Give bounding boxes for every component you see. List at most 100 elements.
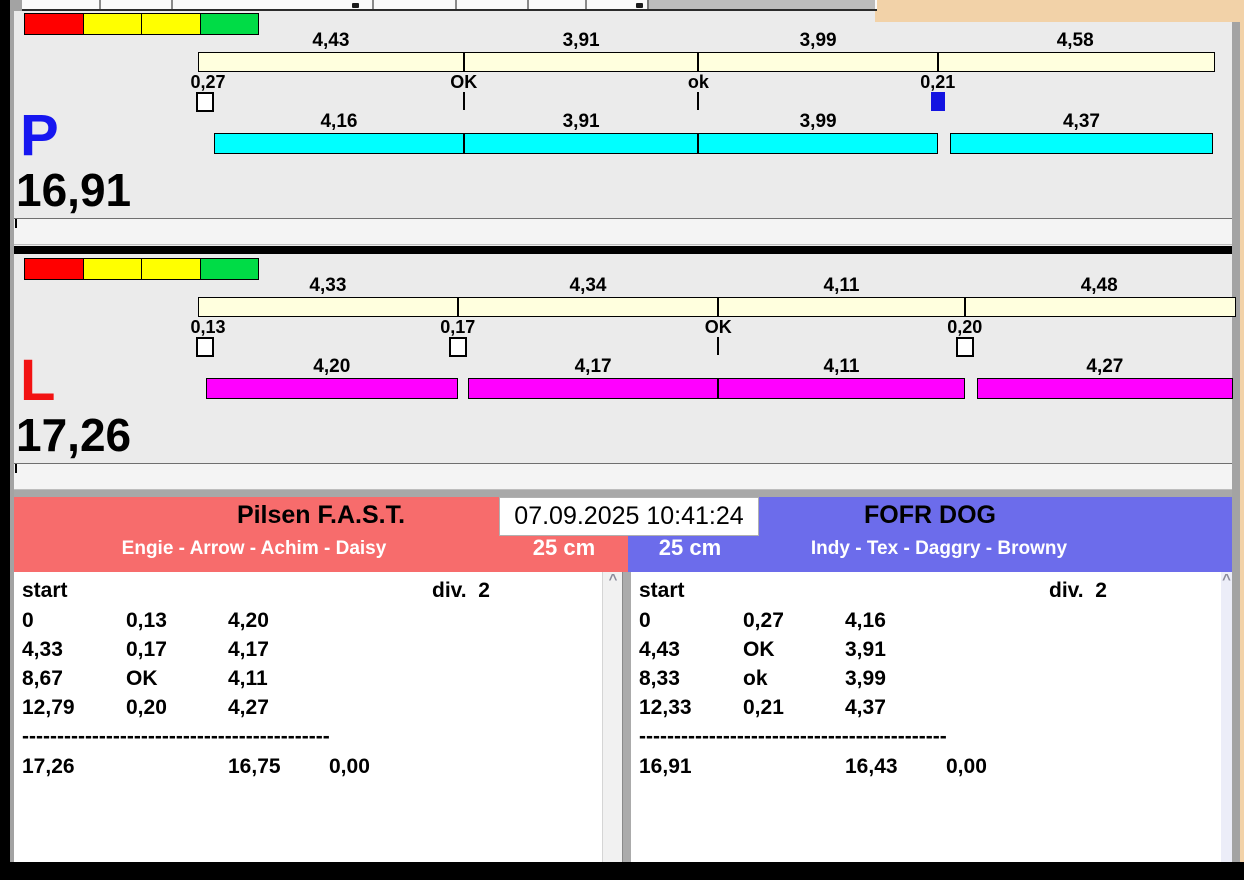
toolbar-glyph [636,3,643,8]
dog-bar-segment [468,378,719,399]
box-change-label: 0,27 [190,72,226,92]
split-bar-tick [697,52,700,72]
split-bar-tick [717,297,720,317]
jump-height: 25 cm [658,535,722,560]
box-change-cell: 0,20 [126,696,167,719]
cumulative-time-cell: 12,79 [22,696,75,719]
toolbar-glyph [352,3,359,8]
dog-time-label: 4,11 [823,356,860,377]
box-change-cell: OK [743,638,775,661]
box-change-cell: OK [126,667,158,690]
dog-bar-segment [214,133,464,154]
scroll-up-icon[interactable]: ^ [1221,572,1232,588]
box-change-cell: 0,21 [743,696,784,719]
change-marker-box [955,337,974,357]
total-time-cell: 17,26 [22,755,75,778]
separator-line: ----------------------------------------… [22,725,330,748]
box-change-cell: 0,13 [126,609,167,632]
top-toolbar-cutoff[interactable] [22,0,877,11]
cumulative-time-cell: 4,33 [22,638,63,661]
split-time-label: 4,58 [1056,30,1094,51]
desktop-background [875,0,1244,22]
box-change-label: OK [450,72,478,92]
box-change-cell: 0,17 [126,638,167,661]
lane-letter: P [20,103,59,168]
dog-bar-segment [205,378,458,399]
change-marker-box [196,92,214,112]
traffic-light [142,14,201,34]
traffic-light [142,259,201,279]
traffic-light [83,14,142,34]
change-marker-box [196,337,214,357]
split-time-label: 4,43 [312,30,350,51]
cumulative-time-cell: 12,33 [639,696,692,719]
team-dog-names: Indy - Tex - Daggry - Browny [810,538,1068,559]
clean-time-cell: 16,75 [228,755,281,778]
left-table-scrollbar[interactable]: ^ [602,572,623,862]
jump-height: 25 cm [532,535,596,560]
toolbar-segment [647,0,875,9]
dog-time-cell: 4,16 [845,609,886,632]
division-label: div. 2 [432,579,490,602]
traffic-light [25,14,84,34]
split-time-label: 4,48 [1080,275,1118,296]
box-change-label: ok [687,72,709,92]
change-marker-box [448,337,467,357]
dog-time-label: 4,16 [320,111,358,132]
dog-time-cell: 4,27 [228,696,269,719]
dog-time-label: 4,37 [1062,111,1100,132]
start-label: start [22,579,68,602]
bottom-section-top-bar [14,490,1232,497]
dog-time-cell: 3,99 [845,667,886,690]
lane-panel-right: P 16,91 4,43 3,91 3,99 4,58 0,27 OK ok 0,21 4,16… [14,11,1232,218]
box-change-label: 0,17 [440,317,476,337]
split-bar-tick [936,52,939,72]
cumulative-time-cell: 0 [22,609,34,632]
lane-letter: L [20,348,55,413]
results-table-right[interactable]: start div. 2 0 0,27 4,16 4,43 OK 3,91 8,33 ok 3,99… [631,572,1221,862]
split-bar-tick [963,297,966,317]
box-change-cell: 0,27 [743,609,784,632]
split-time-label: 4,11 [823,275,860,296]
change-marker-blue [930,92,945,111]
cumulative-time-cell: 0 [639,609,651,632]
change-marker-tick [462,92,465,110]
split-time-label: 4,33 [309,275,347,296]
dog-time-label: 4,20 [313,356,351,377]
box-change-label: 0,20 [947,317,983,337]
status-strip [14,463,1232,490]
dog-bar-segment [950,133,1213,154]
penalty-time-cell: 0,00 [329,755,370,778]
dog-time-label: 3,91 [562,111,600,132]
traffic-light [83,259,142,279]
box-change-cell: ok [743,667,768,690]
cumulative-time-cell: 8,67 [22,667,63,690]
start-label: start [639,579,685,602]
lane-divider [14,246,1232,254]
dog-time-label: 3,99 [799,111,837,132]
results-table-left[interactable]: start div. 2 0 0,13 4,20 4,33 0,17 4,17 8,67 OK 4,… [14,572,602,862]
main-content: P 16,91 4,43 3,91 3,99 4,58 0,27 OK ok 0,21 4,16… [14,11,1236,862]
box-change-label: 0,13 [190,317,226,337]
dog-time-label: 4,17 [574,356,612,377]
cumulative-time-cell: 8,33 [639,667,680,690]
dog-time-cell: 3,91 [845,638,886,661]
clean-time-cell: 16,43 [845,755,898,778]
split-time-label: 3,99 [799,30,837,51]
split-bar-tick [456,297,459,317]
lane-panel-left: L 17,26 4,33 4,34 4,11 4,48 0,13 0,17 OK 0,20 4,… [14,256,1236,463]
scroll-up-icon[interactable]: ^ [603,572,623,588]
cumulative-time-cell: 4,43 [639,638,680,661]
datetime-display: 07.09.2025 10:41:24 [499,497,759,536]
change-marker-tick [717,337,720,355]
right-table-scrollbar[interactable]: ^ [1221,572,1232,862]
penalty-time-cell: 0,00 [946,755,987,778]
traffic-light [25,259,84,279]
dog-bar-segment [718,378,965,399]
split-bar-tick [462,52,465,72]
dog-bar-segment [698,133,938,154]
dog-time-cell: 4,11 [228,667,268,690]
split-bar [198,52,1215,72]
dog-bar-segment [463,133,699,154]
box-change-label: 0,21 [920,72,956,92]
